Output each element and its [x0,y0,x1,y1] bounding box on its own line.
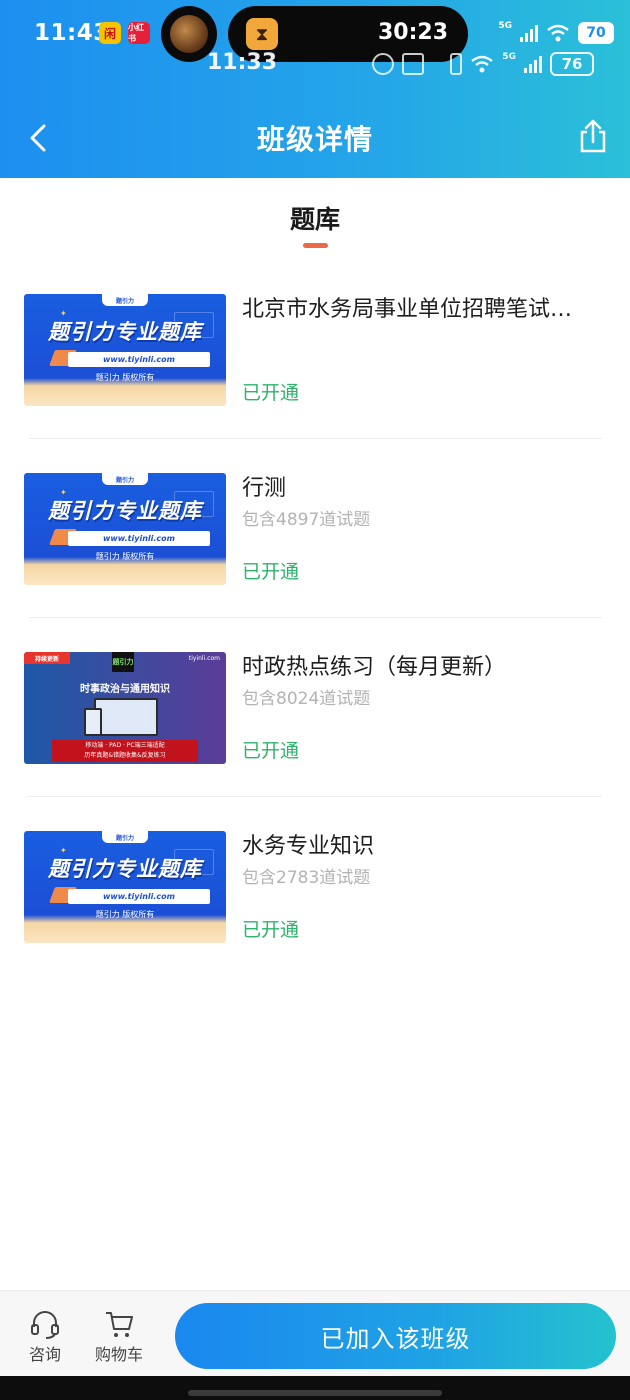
list-item[interactable]: 持续更新 题引力 tiyinli.com 时事政治与通用知识 移动端 · PAD… [0,618,630,797]
thumbnail-brand: 题引力 [102,294,148,306]
consult-button[interactable]: 咨询 [15,1309,75,1365]
item-name: 行测 [242,476,287,501]
item-count: 包含4897道试题 [242,510,371,530]
list-item[interactable]: 题引力 ✦ 题引力专业题库 www.tiyinli.com 题引力 版权所有 水… [0,797,630,976]
thumbnail-title: 题引力专业题库 [48,320,202,344]
bluetooth-icon [432,53,442,75]
consult-label: 咨询 [28,1345,61,1364]
banner-line: 移动端 · PAD · PC端三端适配 [85,742,165,749]
update-badge: 持续更新 [24,652,70,664]
list-item[interactable]: 题引力 ✦ 题引力专业题库 www.tiyinli.com 题引力 版权所有 行… [0,439,630,618]
thumbnail-subject: 时事政治与通用知识 [80,684,170,695]
thumbnail-banner: 移动端 · PAD · PC端三端适配 历年真题&错题收集&反复练习 [52,740,198,762]
page-title: 班级详情 [256,123,373,156]
inner-status-time: 11:33 [207,50,278,75]
vibrate-icon [450,53,463,75]
signal-icon [524,55,542,73]
joined-class-button[interactable]: 已加入该班级 [175,1303,616,1369]
item-status: 已开通 [242,561,300,583]
item-info: 北京市水务局事业单位招聘笔试题库 已开通 [242,294,590,404]
cart-button[interactable]: 购物车 [89,1309,149,1365]
network-type-label: 5G [502,52,516,62]
thumbnail-title: 题引力专业题库 [48,857,202,881]
list-item[interactable]: 题引力 ✦ 题引力专业题库 www.tiyinli.com 题引力 版权所有 北… [0,260,630,439]
item-count: 包含2783道试题 [242,868,371,888]
item-name: 时政热点练习（每月更新） [242,655,507,680]
thumbnail-url: www.tiyinli.com [68,352,210,367]
app-badge-icon: 小红书 [128,22,150,44]
wifi-icon [471,55,494,73]
course-thumbnail: 题引力 ✦ 题引力专业题库 www.tiyinli.com 题引力 版权所有 [24,294,226,406]
thumbnail-url: www.tiyinli.com [68,531,210,546]
nfc-icon [402,53,425,75]
network-type-label: 5G [498,21,512,31]
eye-icon [372,53,395,75]
item-count: 包含8024道试题 [242,689,371,709]
item-info: 水务专业知识 包含2783道试题 已开通 [242,831,590,941]
timer-text: 30:23 [377,20,448,45]
home-strip [0,1376,630,1400]
thumbnail-url: www.tiyinli.com [68,889,210,904]
question-bank-list: 题引力 ✦ 题引力专业题库 www.tiyinli.com 题引力 版权所有 北… [0,260,630,976]
tab-question-bank[interactable]: 题库 [0,200,630,236]
hourglass-icon: ⧗ [246,18,278,50]
headset-icon [31,1311,59,1339]
thumbnail-copyright: 题引力 版权所有 [95,552,155,561]
cart-icon [106,1312,133,1337]
item-status: 已开通 [242,382,300,404]
thumbnail-site: tiyinli.com [188,655,220,662]
thumbnail-copyright: 题引力 版权所有 [95,373,155,382]
tab-underline [303,243,328,248]
share-icon[interactable] [578,118,608,154]
devices-icon [84,698,158,736]
home-indicator[interactable] [188,1390,442,1396]
item-info: 时政热点练习（每月更新） 包含8024道试题 已开通 [242,652,590,762]
course-thumbnail: 持续更新 题引力 tiyinli.com 时事政治与通用知识 移动端 · PAD… [24,652,226,764]
course-thumbnail: 题引力 ✦ 题引力专业题库 www.tiyinli.com 题引力 版权所有 [24,831,226,943]
thumbnail-copyright: 题引力 版权所有 [95,910,155,919]
battery-icon: 76 [550,52,594,76]
thumbnail-logo: 题引力 [112,652,134,672]
signal-icon [520,24,538,42]
item-count [242,328,590,354]
cart-label: 购物车 [94,1345,143,1364]
item-status: 已开通 [242,740,300,762]
item-name: 水务专业知识 [242,834,375,859]
header: 11:43 闲 小红书 ⧗ 30:23 5G 70 11:33 5G 76 班级… [0,0,630,178]
item-name: 北京市水务局事业单位招聘笔试题库 [242,297,590,322]
item-info: 行测 包含4897道试题 已开通 [242,473,590,583]
thumbnail-title: 题引力专业题库 [48,499,202,523]
item-status: 已开通 [242,919,300,941]
banner-line: 历年真题&错题收集&反复练习 [84,752,166,759]
thumbnail-brand: 题引力 [102,473,148,485]
battery-icon: 70 [578,22,614,44]
inner-status-bar: 11:33 5G 76 [0,50,630,80]
bottom-bar: 咨询 购物车 已加入该班级 [0,1290,630,1376]
status-icons: 5G 70 [498,21,614,44]
wifi-icon [547,24,569,42]
inner-status-icons: 5G 76 [372,52,594,76]
thumbnail-brand: 题引力 [102,831,148,843]
app-badge-icon: 闲 [99,22,121,44]
course-thumbnail: 题引力 ✦ 题引力专业题库 www.tiyinli.com 题引力 版权所有 [24,473,226,585]
